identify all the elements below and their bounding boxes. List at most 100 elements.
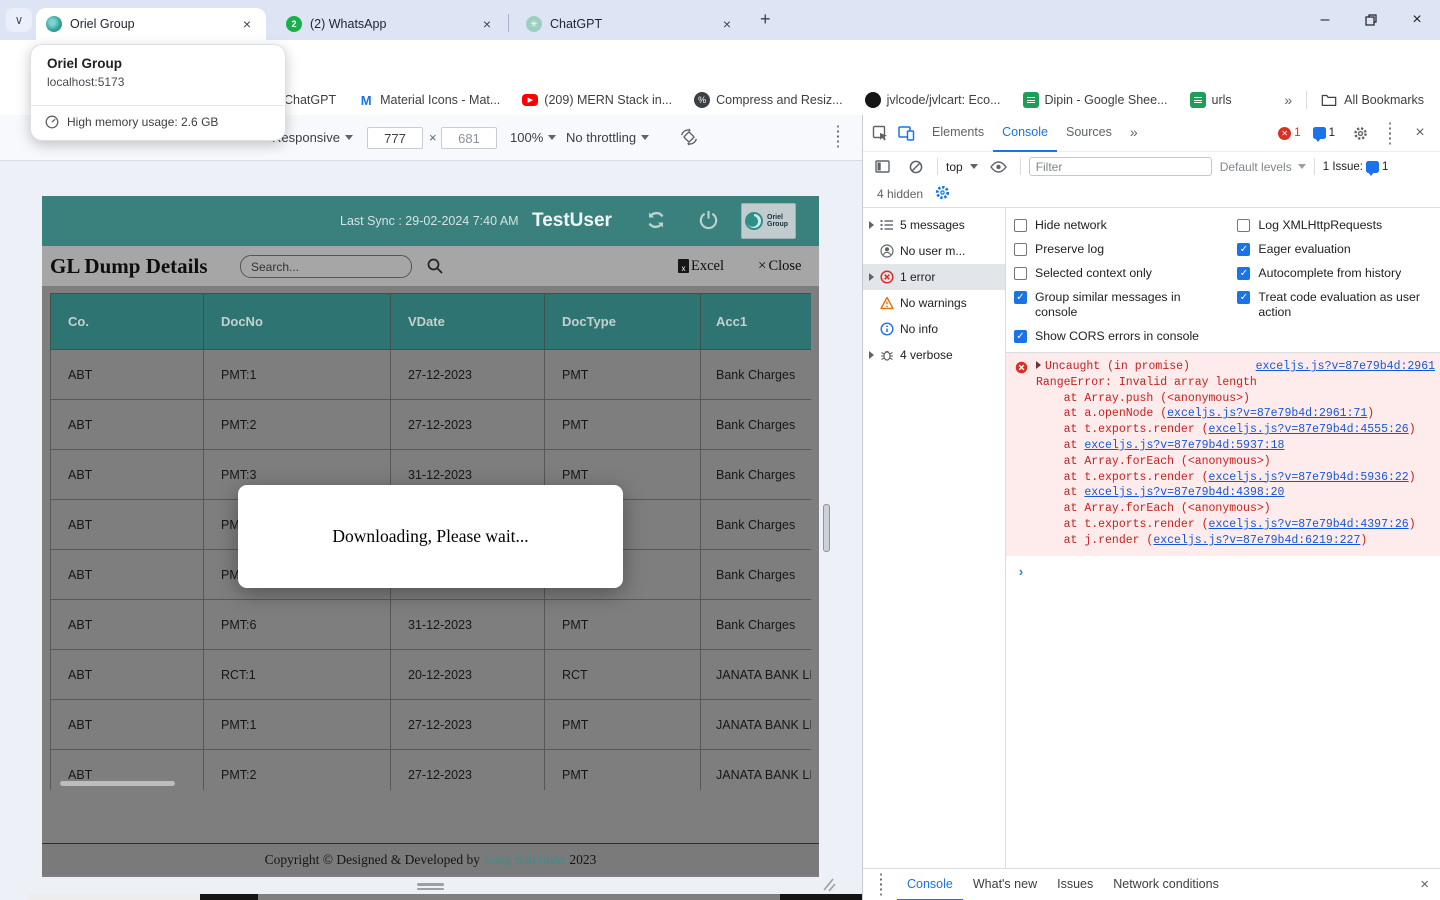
drawer-menu-icon[interactable]: ⋮⋮⋮	[873, 877, 889, 892]
devtools-menu-icon[interactable]: ⋮⋮⋮	[1385, 120, 1395, 146]
devtools-settings-gear-icon[interactable]	[1347, 120, 1373, 146]
stack-source-link[interactable]: exceljs.js?v=87e79b4d:4397:26	[1209, 518, 1409, 531]
table-row[interactable]: ABTPMT:631-12-2023PMTBank Charges	[50, 600, 811, 650]
console-setting-checkbox[interactable]: Hide network	[1014, 218, 1223, 233]
console-prompt-chevron[interactable]: ›	[1006, 556, 1440, 580]
close-icon: ×	[758, 258, 766, 275]
table-row[interactable]: ABTRCT:120-12-2023RCTJANATA BANK LIM	[50, 650, 811, 700]
console-setting-checkbox[interactable]: ✓Group similar messages in console	[1014, 290, 1223, 320]
bookmark-item[interactable]: MMaterial Icons - Mat...	[358, 92, 500, 108]
issues-counter[interactable]: 1 Issue: 1	[1323, 161, 1389, 173]
device-toolbar-toggle-icon[interactable]	[893, 120, 919, 146]
devtools-more-tabs-chevron[interactable]: »	[1121, 115, 1147, 152]
console-setting-checkbox[interactable]: Log XMLHttpRequests	[1237, 218, 1435, 233]
console-sidebar-toggle-icon[interactable]	[869, 154, 895, 180]
console-filter-input[interactable]	[1029, 157, 1212, 176]
console-setting-checkbox[interactable]: Preserve log	[1014, 242, 1223, 257]
devtools-drawer: ⋮⋮⋮ ConsoleWhat's newIssuesNetwork condi…	[863, 868, 1440, 900]
clear-console-icon[interactable]	[903, 154, 929, 180]
console-setting-checkbox[interactable]: ✓Treat code evaluation as user action	[1237, 290, 1435, 320]
bookmark-item[interactable]: jvlcode/jvlcart: Eco...	[865, 92, 1001, 108]
eye-icon[interactable]	[986, 154, 1012, 180]
inspect-element-icon[interactable]	[867, 120, 893, 146]
stack-source-link[interactable]: exceljs.js?v=87e79b4d:4555:26	[1209, 423, 1409, 436]
window-minimize-button[interactable]: –	[1302, 0, 1348, 40]
bookmark-item[interactable]: Dipin - Google Shee...	[1023, 92, 1168, 108]
bookmarks-overflow-chevron[interactable]: »	[1284, 92, 1292, 108]
bookmark-item[interactable]: ▶(209) MERN Stack in...	[522, 93, 672, 107]
devtools-tab-sources[interactable]: Sources	[1057, 115, 1121, 152]
refresh-icon[interactable]	[643, 207, 669, 238]
search-icon[interactable]	[426, 257, 444, 280]
table-row[interactable]: ABTPMT:127-12-2023PMTBank Charges	[50, 350, 811, 400]
console-sidebar-item[interactable]: 4 verbose	[863, 342, 1005, 368]
device-width-input[interactable]	[367, 127, 423, 149]
stack-source-link[interactable]: exceljs.js?v=87e79b4d:5936:22	[1209, 471, 1409, 484]
console-sidebar-item[interactable]: 5 messages	[863, 212, 1005, 238]
devtools-tab-elements[interactable]: Elements	[923, 115, 993, 152]
tab-chatgpt[interactable]: ChatGPT ×	[516, 8, 746, 40]
table-row[interactable]: ABTPMT:227-12-2023PMTBank Charges	[50, 400, 811, 450]
checkbox-icon: ✓	[1237, 243, 1250, 256]
console-setting-checkbox[interactable]: ✓Show CORS errors in console	[1014, 329, 1223, 344]
console-setting-checkbox[interactable]: Selected context only	[1014, 266, 1223, 281]
drawer-tab-network-conditions[interactable]: Network conditions	[1103, 869, 1229, 900]
drawer-tab-what-s-new[interactable]: What's new	[963, 869, 1047, 900]
table-horizontal-scrollbar[interactable]	[60, 781, 175, 786]
console-sidebar-item[interactable]: 1 error	[863, 264, 1005, 290]
console-context-select[interactable]: top	[946, 160, 978, 174]
tab-close-icon[interactable]: ×	[718, 15, 736, 33]
expand-triangle-icon[interactable]	[1036, 361, 1041, 369]
stack-source-link[interactable]: exceljs.js?v=87e79b4d:2961:71	[1167, 407, 1367, 420]
filter-settings-gear-icon[interactable]	[935, 185, 950, 203]
column-header[interactable]: Acc1	[700, 293, 811, 350]
tab-search-button[interactable]: ∨	[6, 8, 32, 32]
table-row[interactable]: ABTPMT:127-12-2023PMTJANATA BANK LIM	[50, 700, 811, 750]
search-input[interactable]	[240, 255, 412, 278]
device-toolbar-menu-icon[interactable]: ⋮⋮⋮	[830, 129, 846, 144]
device-height-input[interactable]	[441, 127, 497, 149]
viewport-vertical-scrollbar[interactable]	[823, 504, 830, 552]
rotate-device-icon[interactable]	[678, 126, 700, 151]
new-tab-button[interactable]: +	[760, 9, 771, 30]
console-sidebar-item[interactable]: No info	[863, 316, 1005, 342]
column-header[interactable]: DocNo	[203, 293, 390, 350]
devtools-close-icon[interactable]: ×	[1407, 120, 1433, 146]
sang-solutions-link[interactable]: Sang Solutions	[484, 852, 565, 868]
bookmark-item[interactable]: urls	[1190, 92, 1232, 108]
message-count-badge[interactable]: 1	[1313, 127, 1335, 139]
all-bookmarks-button[interactable]: All Bookmarks	[1321, 93, 1424, 107]
drawer-tab-console[interactable]: Console	[897, 869, 963, 900]
devtools-tab-console[interactable]: Console	[993, 115, 1057, 152]
console-sidebar-item[interactable]: No user m...	[863, 238, 1005, 264]
stack-source-link[interactable]: exceljs.js?v=87e79b4d:5937:18	[1084, 439, 1284, 452]
device-zoom-select[interactable]: 100%	[510, 130, 556, 145]
bottom-scrollbar-thumb[interactable]	[28, 894, 200, 900]
column-header[interactable]: Co.	[50, 293, 203, 350]
device-throttling-select[interactable]: No throttling	[566, 130, 649, 145]
viewport-resize-handle[interactable]	[417, 883, 444, 890]
drawer-tab-issues[interactable]: Issues	[1047, 869, 1103, 900]
drawer-close-icon[interactable]: ×	[1420, 876, 1440, 893]
tab-whatsapp[interactable]: 2 (2) WhatsApp ×	[276, 8, 506, 40]
tab-close-icon[interactable]: ×	[238, 15, 256, 33]
tab-close-icon[interactable]: ×	[478, 15, 496, 33]
column-header[interactable]: VDate	[390, 293, 544, 350]
tab-oriel-group[interactable]: Oriel Group ×	[36, 8, 266, 40]
column-header[interactable]: DocType	[544, 293, 700, 350]
export-excel-button[interactable]: x Excel	[678, 258, 724, 275]
table-cell: 27-12-2023	[390, 400, 544, 450]
stack-source-link[interactable]: exceljs.js?v=87e79b4d:4398:20	[1084, 486, 1284, 499]
console-setting-checkbox[interactable]: ✓Eager evaluation	[1237, 242, 1435, 257]
window-restore-button[interactable]	[1348, 0, 1394, 40]
console-sidebar-item[interactable]: No warnings	[863, 290, 1005, 316]
log-levels-select[interactable]: Default levels	[1220, 160, 1306, 174]
bookmark-item[interactable]: %Compress and Resiz...	[694, 92, 842, 108]
error-source-link[interactable]: exceljs.js?v=87e79b4d:2961	[1256, 359, 1435, 375]
stack-source-link[interactable]: exceljs.js?v=87e79b4d:6219:227	[1153, 534, 1360, 547]
error-count-badge[interactable]: ✕1	[1278, 127, 1300, 140]
close-report-button[interactable]: × Close	[758, 258, 802, 275]
power-logout-icon[interactable]	[697, 209, 720, 237]
console-setting-checkbox[interactable]: ✓Autocomplete from history	[1237, 266, 1435, 281]
window-close-button[interactable]: ×	[1394, 0, 1440, 40]
